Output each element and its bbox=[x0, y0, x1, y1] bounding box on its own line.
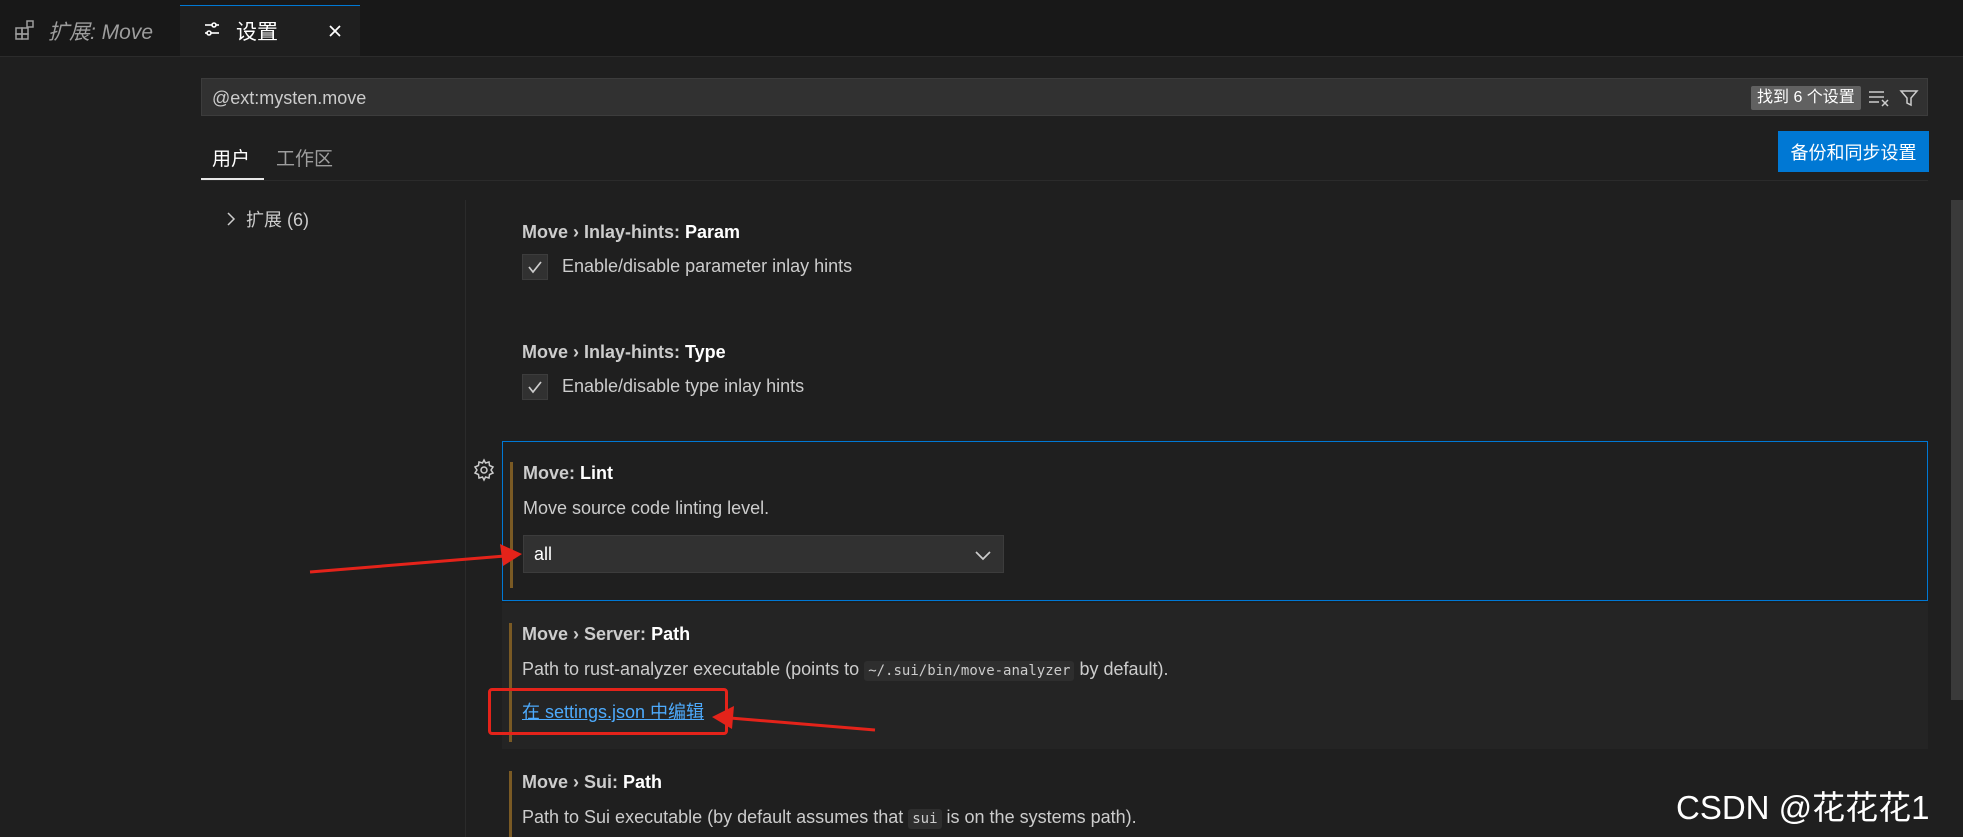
annotation-arrows bbox=[309, 544, 876, 732]
watermark: CSDN @花花花1 bbox=[1676, 789, 1930, 826]
